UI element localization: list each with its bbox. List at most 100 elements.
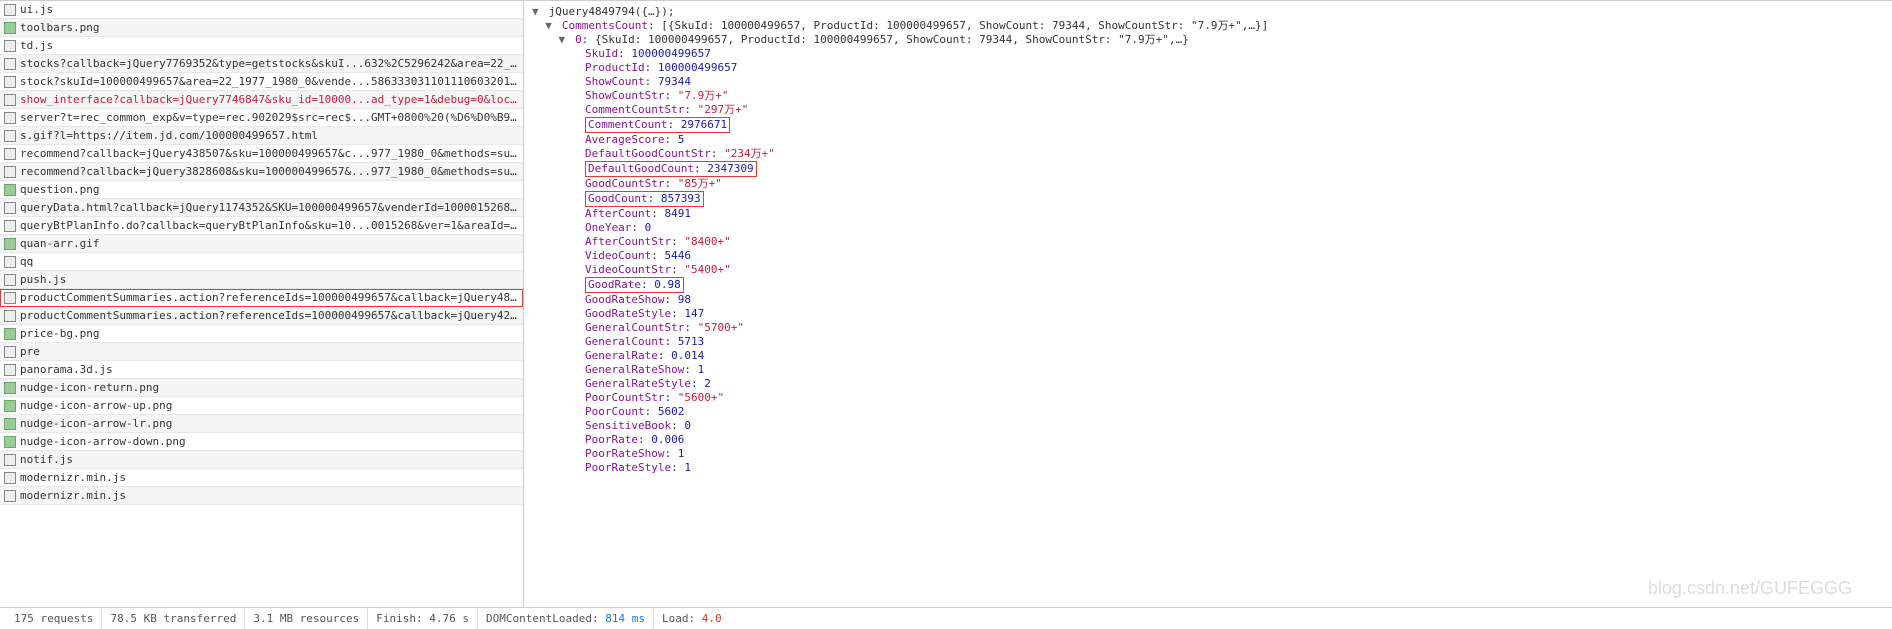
json-line[interactable]: AfterCountStr: "8400+" [532, 235, 1884, 249]
script-icon [4, 310, 16, 322]
json-line[interactable]: PoorRate: 0.006 [532, 433, 1884, 447]
script-icon [4, 364, 16, 376]
script-icon [4, 256, 16, 268]
network-row[interactable]: server?t=rec_common_exp&v=type=rec.90202… [0, 109, 523, 127]
network-row[interactable]: panorama.3d.js [0, 361, 523, 379]
network-row[interactable]: question.png [0, 181, 523, 199]
json-line[interactable]: GoodCountStr: "85万+" [532, 177, 1884, 191]
script-icon [4, 112, 16, 124]
json-line[interactable]: CommentCountStr: "297万+" [532, 103, 1884, 117]
network-row[interactable]: nudge-icon-return.png [0, 379, 523, 397]
script-icon [4, 4, 16, 16]
script-icon [4, 148, 16, 160]
script-icon [4, 40, 16, 52]
network-row[interactable]: push.js [0, 271, 523, 289]
json-line[interactable]: ▼ jQuery4849794({…}); [532, 5, 1884, 19]
script-icon [4, 292, 16, 304]
network-row-name: productCommentSummaries.action?reference… [20, 309, 519, 322]
network-row[interactable]: productCommentSummaries.action?reference… [0, 307, 523, 325]
network-row-name: queryData.html?callback=jQuery1174352&SK… [20, 201, 519, 214]
json-line[interactable]: PoorRateShow: 1 [532, 447, 1884, 461]
json-line[interactable]: PoorCount: 5602 [532, 405, 1884, 419]
network-row-name: toolbars.png [20, 21, 99, 34]
json-line[interactable]: OneYear: 0 [532, 221, 1884, 235]
json-line[interactable]: CommentCount: 2976671 [532, 117, 1884, 133]
network-row-name: ui.js [20, 3, 53, 16]
json-line[interactable]: ▼ CommentsCount: [{SkuId: 100000499657, … [532, 19, 1884, 33]
script-icon [4, 274, 16, 286]
json-line[interactable]: AfterCount: 8491 [532, 207, 1884, 221]
network-row-name: s.gif?l=https://item.jd.com/100000499657… [20, 129, 318, 142]
json-line[interactable]: SensitiveBook: 0 [532, 419, 1884, 433]
network-row-name: push.js [20, 273, 66, 286]
network-row[interactable]: nudge-icon-arrow-lr.png [0, 415, 523, 433]
network-row[interactable]: productCommentSummaries.action?reference… [0, 289, 523, 307]
network-row[interactable]: nudge-icon-arrow-up.png [0, 397, 523, 415]
network-row-name: nudge-icon-arrow-up.png [20, 399, 172, 412]
network-row[interactable]: stock?skuId=100000499657&area=22_1977_19… [0, 73, 523, 91]
json-line[interactable]: GoodCount: 857393 [532, 191, 1884, 207]
network-row[interactable]: toolbars.png [0, 19, 523, 37]
image-icon [4, 22, 16, 34]
image-icon [4, 184, 16, 196]
script-icon [4, 346, 16, 358]
network-row-name: modernizr.min.js [20, 489, 126, 502]
script-icon [4, 220, 16, 232]
image-icon [4, 400, 16, 412]
json-line[interactable]: SkuId: 100000499657 [532, 47, 1884, 61]
network-row[interactable]: notif.js [0, 451, 523, 469]
network-row[interactable]: nudge-icon-arrow-down.png [0, 433, 523, 451]
network-row[interactable]: stocks?callback=jQuery7769352&type=getst… [0, 55, 523, 73]
json-line[interactable]: DefaultGoodCount: 2347309 [532, 161, 1884, 177]
response-preview[interactable]: ▼ jQuery4849794({…}); ▼ CommentsCount: [… [524, 1, 1892, 607]
json-line[interactable]: GeneralRate: 0.014 [532, 349, 1884, 363]
json-line[interactable]: VideoCount: 5446 [532, 249, 1884, 263]
network-row[interactable]: modernizr.min.js [0, 469, 523, 487]
json-line[interactable]: GoodRateShow: 98 [532, 293, 1884, 307]
network-row[interactable]: recommend?callback=jQuery3828608&sku=100… [0, 163, 523, 181]
json-line[interactable]: DefaultGoodCountStr: "234万+" [532, 147, 1884, 161]
json-line[interactable]: ▼ 0: {SkuId: 100000499657, ProductId: 10… [532, 33, 1884, 47]
script-icon [4, 454, 16, 466]
json-line[interactable]: GoodRateStyle: 147 [532, 307, 1884, 321]
json-line[interactable]: ShowCountStr: "7.9万+" [532, 89, 1884, 103]
network-row[interactable]: queryBtPlanInfo.do?callback=queryBtPlanI… [0, 217, 523, 235]
json-line[interactable]: ProductId: 100000499657 [532, 61, 1884, 75]
image-icon [4, 382, 16, 394]
network-row-name: pre [20, 345, 40, 358]
json-line[interactable]: GeneralCountStr: "5700+" [532, 321, 1884, 335]
network-row[interactable]: recommend?callback=jQuery438507&sku=1000… [0, 145, 523, 163]
json-line[interactable]: AverageScore: 5 [532, 133, 1884, 147]
network-row[interactable]: show_interface?callback=jQuery7746847&sk… [0, 91, 523, 109]
network-row-name: nudge-icon-arrow-lr.png [20, 417, 172, 430]
json-line[interactable]: ShowCount: 79344 [532, 75, 1884, 89]
network-row[interactable]: s.gif?l=https://item.jd.com/100000499657… [0, 127, 523, 145]
network-row[interactable]: pre [0, 343, 523, 361]
network-row-name: server?t=rec_common_exp&v=type=rec.90202… [20, 111, 519, 124]
network-row[interactable]: queryData.html?callback=jQuery1174352&SK… [0, 199, 523, 217]
network-row[interactable]: qq [0, 253, 523, 271]
json-line[interactable]: GeneralCount: 5713 [532, 335, 1884, 349]
json-line[interactable]: VideoCountStr: "5400+" [532, 263, 1884, 277]
json-line[interactable]: PoorCountStr: "5600+" [532, 391, 1884, 405]
network-row-name: price-bg.png [20, 327, 99, 340]
network-row-name: show_interface?callback=jQuery7746847&sk… [20, 93, 519, 106]
script-icon [4, 94, 16, 106]
image-icon [4, 436, 16, 448]
script-icon [4, 58, 16, 70]
status-finish: Finish: 4.76 s [368, 608, 478, 629]
network-row[interactable]: ui.js [0, 1, 523, 19]
script-icon [4, 490, 16, 502]
json-line[interactable]: GeneralRateShow: 1 [532, 363, 1884, 377]
network-list[interactable]: ui.js toolbars.png td.jsstocks?callback=jQ… [0, 1, 523, 607]
json-line[interactable]: GeneralRateStyle: 2 [532, 377, 1884, 391]
json-line[interactable]: PoorRateStyle: 1 [532, 461, 1884, 475]
network-row[interactable]: price-bg.png [0, 325, 523, 343]
network-row[interactable]: modernizr.min.js [0, 487, 523, 505]
network-row-name: question.png [20, 183, 99, 196]
network-row[interactable]: td.js [0, 37, 523, 55]
network-row-name: qq [20, 255, 33, 268]
panels: ui.js toolbars.png td.jsstocks?callback=jQ… [0, 0, 1892, 607]
json-line[interactable]: GoodRate: 0.98 [532, 277, 1884, 293]
network-row[interactable]: quan-arr.gif [0, 235, 523, 253]
